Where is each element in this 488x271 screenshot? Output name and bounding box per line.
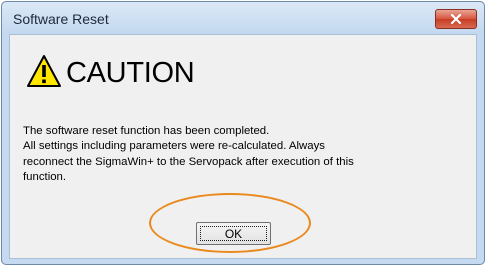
message-line: The software reset function has been com… (23, 125, 270, 137)
message-text: The software reset function has been com… (23, 124, 473, 186)
message-line: reconnect the SigmaWin+ to the Servopack… (23, 155, 354, 168)
close-button[interactable] (435, 9, 477, 29)
warning-triangle-icon (27, 55, 61, 87)
ok-button-label: OK (224, 227, 243, 241)
message-line: All settings including parameters were r… (23, 140, 325, 153)
window-title: Software Reset (13, 11, 109, 27)
close-x-icon (450, 14, 462, 24)
caution-heading: CAUTION (66, 57, 195, 89)
message-line: function. (23, 171, 67, 184)
ok-button[interactable]: OK (196, 222, 271, 245)
title-bar[interactable]: Software Reset (2, 2, 484, 34)
